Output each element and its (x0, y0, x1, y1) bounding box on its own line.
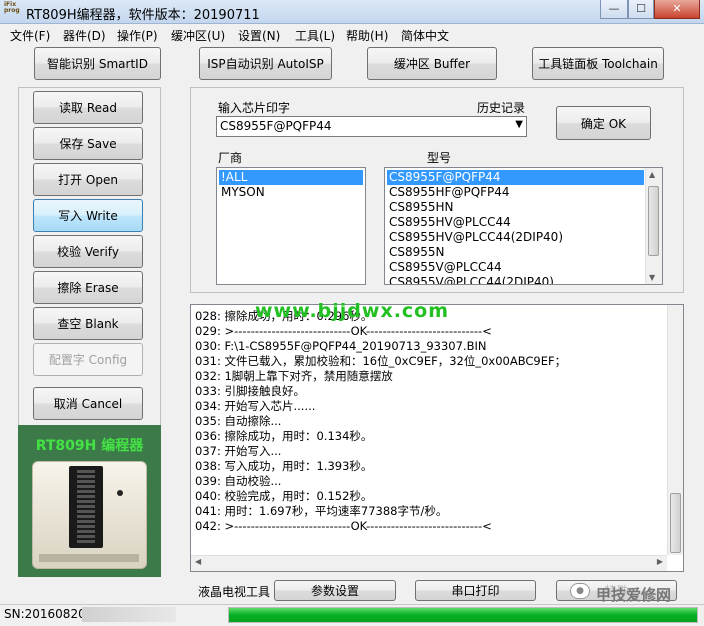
chevron-down-icon[interactable]: ▼ (515, 119, 523, 130)
log-line: 030: F:\1-CS8955F@PQFP44_20190713_93307.… (195, 339, 487, 353)
chip-combobox[interactable]: CS8955F@PQFP44 ▼ (216, 116, 527, 137)
history-label: 历史记录 (477, 101, 526, 115)
serial-number: SN:20160820 (4, 607, 86, 621)
log-scroll-thumb[interactable] (670, 493, 681, 553)
log-line: 041: 用时：1.697秒，平均速率77388字节/秒。 (195, 504, 448, 518)
wechat-icon: ● (570, 583, 590, 599)
ok-button[interactable]: 确定 OK (556, 106, 651, 140)
model-item[interactable]: CS8955N (387, 245, 644, 260)
progress-fill (229, 608, 697, 622)
app-icon: iFix prog (4, 2, 22, 20)
blank-button[interactable]: 查空 Blank (33, 307, 143, 340)
log-line: 031: 文件已载入，累加校验和：16位_0xC9EF，32位_0x00ABC9… (195, 354, 567, 368)
menu-device[interactable]: 器件(D) (63, 27, 106, 44)
config-button[interactable]: 配置字 Config (33, 343, 143, 376)
brand-watermark: 甲技爱修网 (596, 586, 672, 604)
write-button[interactable]: 写入 Write (33, 199, 143, 232)
erase-button[interactable]: 擦除 Erase (33, 271, 143, 304)
progress-bar (228, 607, 698, 623)
smartid-button[interactable]: 智能识别 SmartID (34, 47, 161, 80)
serial-redaction (82, 607, 176, 622)
scroll-left-icon[interactable]: ◀ (195, 557, 201, 566)
close-button[interactable]: ✕ (654, 0, 700, 19)
read-button[interactable]: 读取 Read (33, 91, 143, 124)
autoisp-button[interactable]: ISP自动识别 AutoISP (199, 47, 332, 80)
model-list-scrollbar[interactable]: ▲ ▼ (645, 168, 662, 284)
log-line: 037: 开始写入... (195, 444, 282, 458)
chip-combobox-value: CS8955F@PQFP44 (220, 119, 332, 133)
product-image: RT809H 编程器 (18, 425, 161, 577)
menu-language[interactable]: 简体中文 (401, 27, 449, 44)
model-list[interactable]: CS8955F@PQFP44 CS8955HF@PQFP44 CS8955HN … (384, 167, 663, 285)
log-panel[interactable]: 028: 擦除成功，用时：0.296秒。 029: >-------------… (190, 304, 684, 572)
model-item[interactable]: CS8955HN (387, 200, 644, 215)
menu-help[interactable]: 帮助(H) (346, 27, 388, 44)
zif-socket (69, 466, 103, 548)
log-line: 033: 引脚接触良好。 (195, 384, 305, 398)
model-item[interactable]: CS8955HV@PLCC44 (387, 215, 644, 230)
site-watermark: www.bjjdwx.com (255, 300, 450, 322)
window-title: RT809H编程器，软件版本：20190711 (26, 8, 260, 23)
product-caption: RT809H 编程器 (35, 438, 144, 454)
log-line: 036: 擦除成功，用时：0.134秒。 (195, 429, 373, 443)
scroll-down-icon[interactable]: ▼ (649, 273, 655, 282)
log-line: 039: 自动校验... (195, 474, 282, 488)
model-item[interactable]: CS8955HV@PLCC44(2DIP40) (387, 230, 644, 245)
maximize-button[interactable]: ☐ (628, 0, 654, 19)
log-line: 032: 1脚朝上靠下对齐，禁用随意摆放 (195, 369, 393, 383)
scroll-up-icon[interactable]: ▲ (649, 170, 655, 179)
app-icon-text: iFix prog (4, 1, 20, 14)
minimize-button[interactable]: — (600, 0, 628, 19)
serial-print-button[interactable]: 串口打印 (415, 580, 536, 601)
status-led (117, 490, 123, 496)
menu-buffer[interactable]: 缓冲区(U) (171, 27, 225, 44)
cancel-button[interactable]: 取消 Cancel (33, 387, 143, 420)
log-line: 040: 校验完成，用时：0.152秒。 (195, 489, 373, 503)
menu-file[interactable]: 文件(F) (10, 27, 50, 44)
vendor-list[interactable]: !ALL MYSON (216, 167, 366, 285)
vendor-item[interactable]: MYSON (219, 185, 363, 200)
lcd-tools-label: 液晶电视工具 (198, 585, 271, 599)
log-line: 034: 开始写入芯片...... (195, 399, 316, 413)
save-button[interactable]: 保存 Save (33, 127, 143, 160)
log-line: 029: >----------------------------OK----… (195, 324, 492, 338)
device-label-strip (39, 554, 139, 562)
socket-pins (77, 470, 95, 544)
model-item[interactable]: CS8955V@PLCC44 (387, 260, 644, 275)
vendor-item[interactable]: !ALL (219, 170, 363, 185)
log-hscrollbar[interactable]: ◀ ▶ (191, 555, 667, 571)
model-item[interactable]: CS8955F@PQFP44 (387, 170, 644, 185)
log-line: 042: >----------------------------OK----… (195, 519, 492, 533)
log-vscrollbar[interactable] (667, 305, 683, 555)
buffer-button[interactable]: 缓冲区 Buffer (367, 47, 497, 80)
toolchain-button[interactable]: 工具链面板 Toolchain (532, 47, 664, 80)
log-line: 035: 自动擦除... (195, 414, 282, 428)
model-label: 型号 (427, 151, 452, 165)
model-item[interactable]: CS8955HF@PQFP44 (387, 185, 644, 200)
chip-label: 输入芯片印字 (218, 101, 291, 115)
model-item[interactable]: CS8955V@PLCC44(2DIP40) (387, 275, 644, 284)
log-line: 038: 写入成功，用时：1.393秒。 (195, 459, 373, 473)
open-button[interactable]: 打开 Open (33, 163, 143, 196)
params-button[interactable]: 参数设置 (274, 580, 396, 601)
menu-tools[interactable]: 工具(L) (295, 27, 335, 44)
menu-operation[interactable]: 操作(P) (117, 27, 158, 44)
menu-settings[interactable]: 设置(N) (238, 27, 280, 44)
vendor-label: 厂商 (218, 151, 243, 165)
scroll-thumb[interactable] (648, 186, 659, 256)
programmer-device (32, 461, 147, 569)
scroll-right-icon[interactable]: ▶ (657, 557, 663, 566)
verify-button[interactable]: 校验 Verify (33, 235, 143, 268)
